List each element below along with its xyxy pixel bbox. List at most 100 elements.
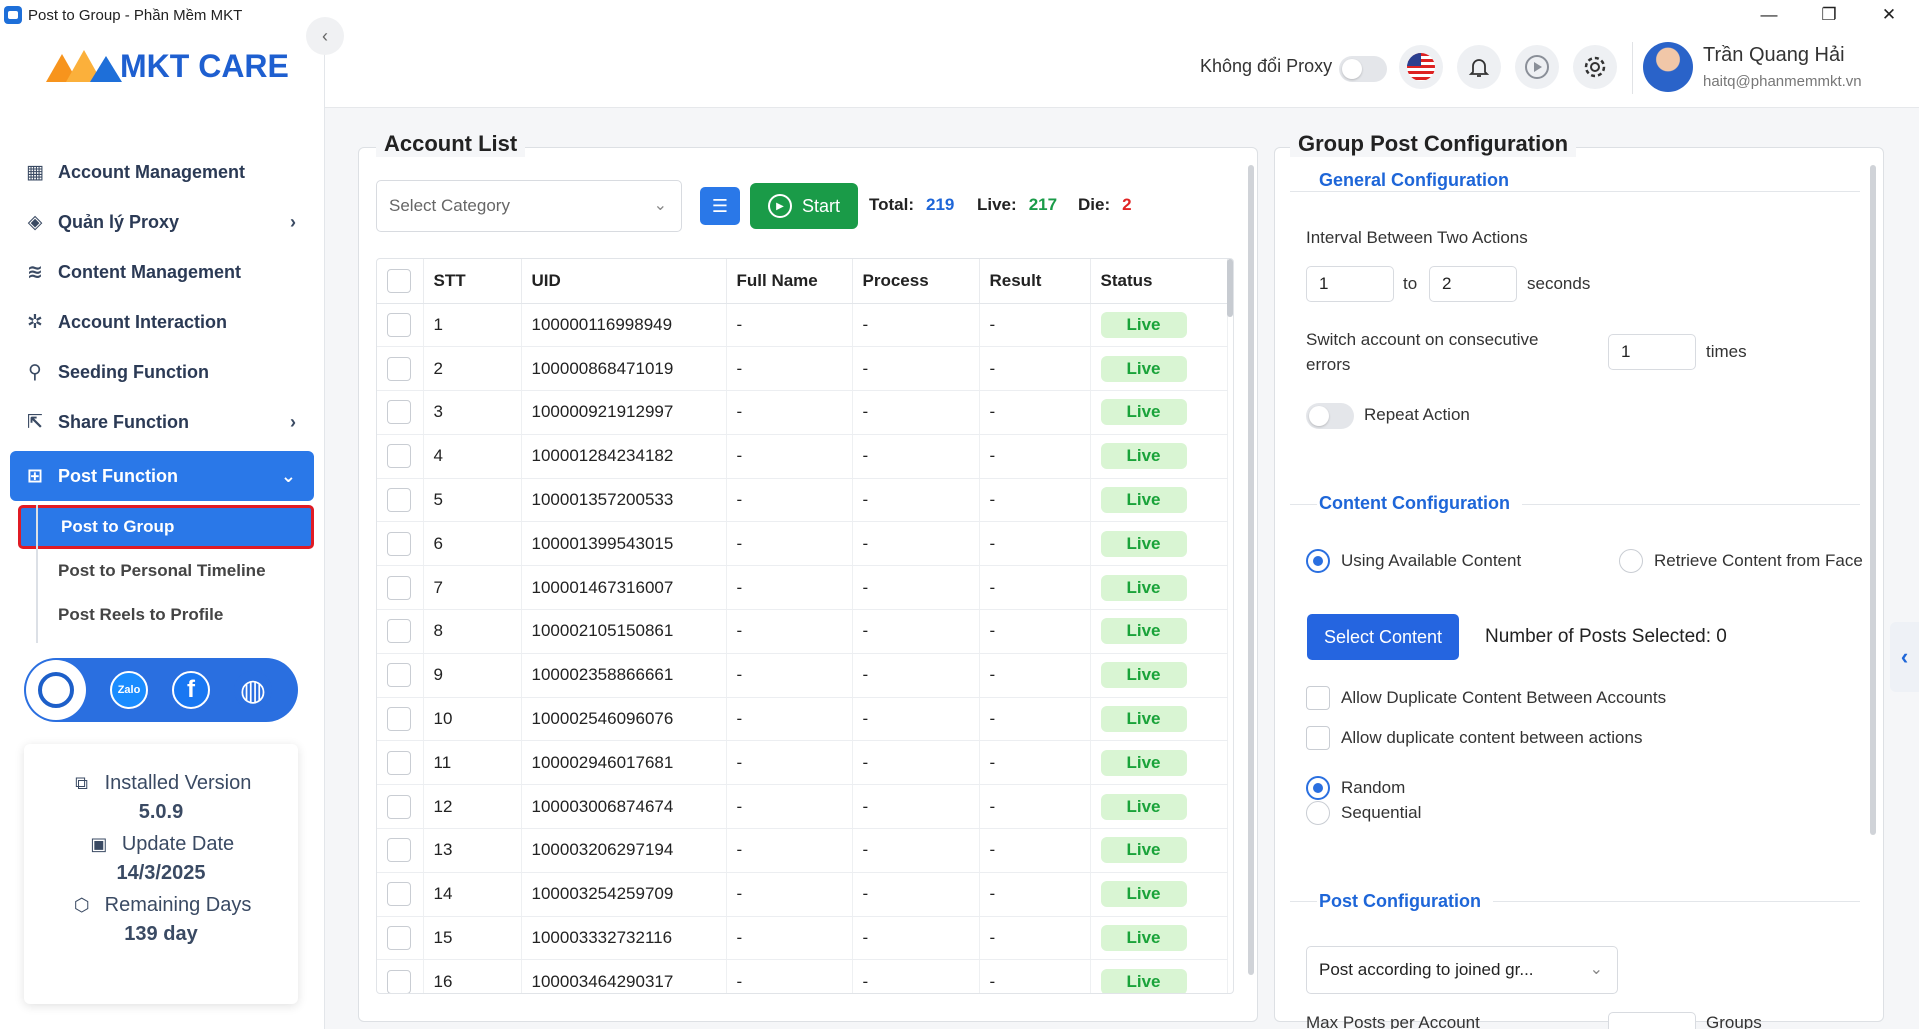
settings-gear-icon[interactable] (1573, 45, 1617, 89)
status-badge: Live (1100, 618, 1187, 645)
retrieve-content-radio[interactable] (1619, 549, 1643, 573)
sidebar-item-content-management[interactable]: ≋ Content Management (10, 247, 314, 297)
total-stat: Total: 219 (869, 195, 954, 215)
row-checkbox[interactable] (387, 750, 411, 775)
sidebar-item-post-function[interactable]: ⊞ Post Function ⌄ (10, 451, 314, 501)
row-checkbox[interactable] (387, 838, 411, 863)
row-checkbox[interactable] (387, 882, 411, 907)
globe-icon[interactable]: ◍ (234, 671, 272, 709)
column-header-full-name[interactable]: Full Name (726, 259, 853, 304)
row-checkbox[interactable] (387, 400, 411, 425)
row-checkbox[interactable] (387, 794, 411, 819)
sidebar-subitem-post-to-personal-timeline[interactable]: Post to Personal Timeline (36, 549, 314, 593)
switch-account-input[interactable]: 1 (1608, 334, 1696, 370)
table-row[interactable]: 3 100000921912997- - - Live (377, 390, 1228, 435)
table-row[interactable]: 15 100003332732116- - - Live (377, 916, 1228, 961)
row-checkbox[interactable] (387, 444, 411, 469)
close-button[interactable]: ✕ (1859, 0, 1919, 30)
row-checkbox[interactable] (387, 707, 411, 732)
table-row[interactable]: 2 100000868471019- - - Live (377, 346, 1228, 392)
select-content-button[interactable]: Select Content (1307, 614, 1459, 660)
table-row[interactable]: 9 100002358866661- - - Live (377, 653, 1228, 698)
table-scrollbar[interactable] (1227, 259, 1233, 317)
user-name: Trần Quang Hải (1703, 44, 1845, 66)
row-checkbox[interactable] (387, 312, 411, 337)
column-header-process[interactable]: Process (852, 259, 980, 304)
facebook-icon[interactable]: f (172, 671, 210, 709)
cell-uid: 100003254259709 (521, 872, 727, 917)
table-row[interactable]: 8 100002105150861- - - Live (377, 609, 1228, 654)
sidebar-item-account-management[interactable]: ▦ Account Management (10, 147, 314, 197)
select-category-dropdown[interactable]: Select Category ⌄ (376, 180, 682, 232)
sidebar-item-share-function[interactable]: ⇱ Share Function › (10, 397, 314, 447)
max-posts-input[interactable] (1608, 1012, 1696, 1029)
version-icon: ⧉ (75, 773, 89, 793)
sidebar-subitem-post-reels-to-profile[interactable]: Post Reels to Profile (36, 593, 314, 637)
config-scrollbar[interactable] (1870, 165, 1876, 835)
column-header-stt[interactable]: STT (423, 259, 522, 304)
repeat-action-toggle[interactable] (1306, 403, 1354, 429)
column-header-status[interactable]: Status (1090, 259, 1228, 304)
sidebar-subitem-post-to-group[interactable]: Post to Group (18, 505, 314, 549)
column-header-uid[interactable]: UID (521, 259, 727, 304)
table-row[interactable]: 10 100002546096076- - - Live (377, 697, 1228, 742)
table-row[interactable]: 6 100001399543015- - - Live (377, 521, 1228, 567)
cell-result: - (979, 521, 1091, 567)
table-row[interactable]: 13 100003206297194- - - Live (377, 828, 1228, 873)
restore-button[interactable]: ❐ (1799, 0, 1859, 30)
start-button[interactable]: ▶ Start (750, 183, 858, 229)
table-row[interactable]: 12 100003006874674- - - Live (377, 784, 1228, 830)
minimize-button[interactable]: — (1739, 0, 1799, 30)
sidebar-item-seeding-function[interactable]: ⚲ Seeding Function (10, 347, 314, 397)
collapse-sidebar-button[interactable]: ‹ (306, 17, 344, 55)
row-checkbox[interactable] (387, 488, 411, 513)
allow-dup-actions-checkbox[interactable] (1306, 726, 1330, 750)
row-checkbox[interactable] (387, 619, 411, 644)
support-icon[interactable] (26, 660, 86, 720)
table-row[interactable]: 5 100001357200533- - - Live (377, 478, 1228, 523)
cell-process: - (852, 521, 980, 567)
table-row[interactable]: 16 100003464290317- - - Live (377, 959, 1228, 993)
column-header-result[interactable]: Result (979, 259, 1091, 304)
us-flag-icon[interactable] (1399, 45, 1443, 89)
row-checkbox[interactable] (387, 531, 411, 556)
status-badge: Live (1100, 925, 1187, 952)
bell-icon[interactable] (1457, 45, 1501, 89)
table-row[interactable]: 7 100001467316007- - - Live (377, 565, 1228, 611)
side-panel-toggle[interactable]: ‹ (1890, 622, 1919, 692)
filter-button[interactable]: ☰ (700, 187, 740, 225)
using-available-content-radio[interactable] (1306, 549, 1330, 573)
panel-scrollbar[interactable] (1248, 165, 1254, 975)
sidebar-item-proxy[interactable]: ◈ Quản lý Proxy › (10, 197, 314, 247)
row-checkbox[interactable] (387, 575, 411, 600)
row-checkbox[interactable] (387, 969, 411, 993)
random-radio[interactable] (1306, 776, 1330, 800)
play-video-icon[interactable] (1515, 45, 1559, 89)
allow-dup-accounts-label: Allow Duplicate Content Between Accounts (1341, 688, 1667, 707)
zalo-icon[interactable]: Zalo (110, 671, 148, 709)
filter-icon: ☰ (711, 195, 729, 216)
proxy-toggle[interactable] (1339, 56, 1387, 82)
row-checkbox[interactable] (387, 926, 411, 951)
select-all-checkbox[interactable] (387, 268, 411, 293)
cell-stt: 4 (423, 434, 522, 479)
sidebar-item-label: Share Function (58, 411, 190, 432)
row-checkbox[interactable] (387, 356, 411, 381)
post-mode-dropdown[interactable]: Post according to joined gr... ⌄ (1306, 946, 1618, 994)
sidebar-item-account-interaction[interactable]: ✲ Account Interaction (10, 297, 314, 347)
interval-from-input[interactable]: 1 (1306, 266, 1394, 302)
interval-to-input[interactable]: 2 (1429, 266, 1517, 302)
account-list-title: Account List (376, 131, 526, 157)
table-row[interactable]: 1 100000116998949- - - Live (377, 303, 1228, 348)
layers-icon: ◈ (27, 211, 43, 233)
table-row[interactable]: 14 100003254259709- - - Live (377, 872, 1228, 917)
cell-uid: 100002358866661 (521, 653, 727, 698)
user-avatar[interactable] (1643, 42, 1693, 92)
table-row[interactable]: 11 100002946017681- - - Live (377, 740, 1228, 786)
row-checkbox[interactable] (387, 663, 411, 688)
cell-result: - (979, 959, 1091, 993)
cell-uid: 100000921912997 (521, 390, 727, 435)
allow-dup-accounts-checkbox[interactable] (1306, 686, 1330, 710)
sequential-radio[interactable] (1306, 801, 1330, 825)
table-row[interactable]: 4 100001284234182- - - Live (377, 434, 1228, 479)
